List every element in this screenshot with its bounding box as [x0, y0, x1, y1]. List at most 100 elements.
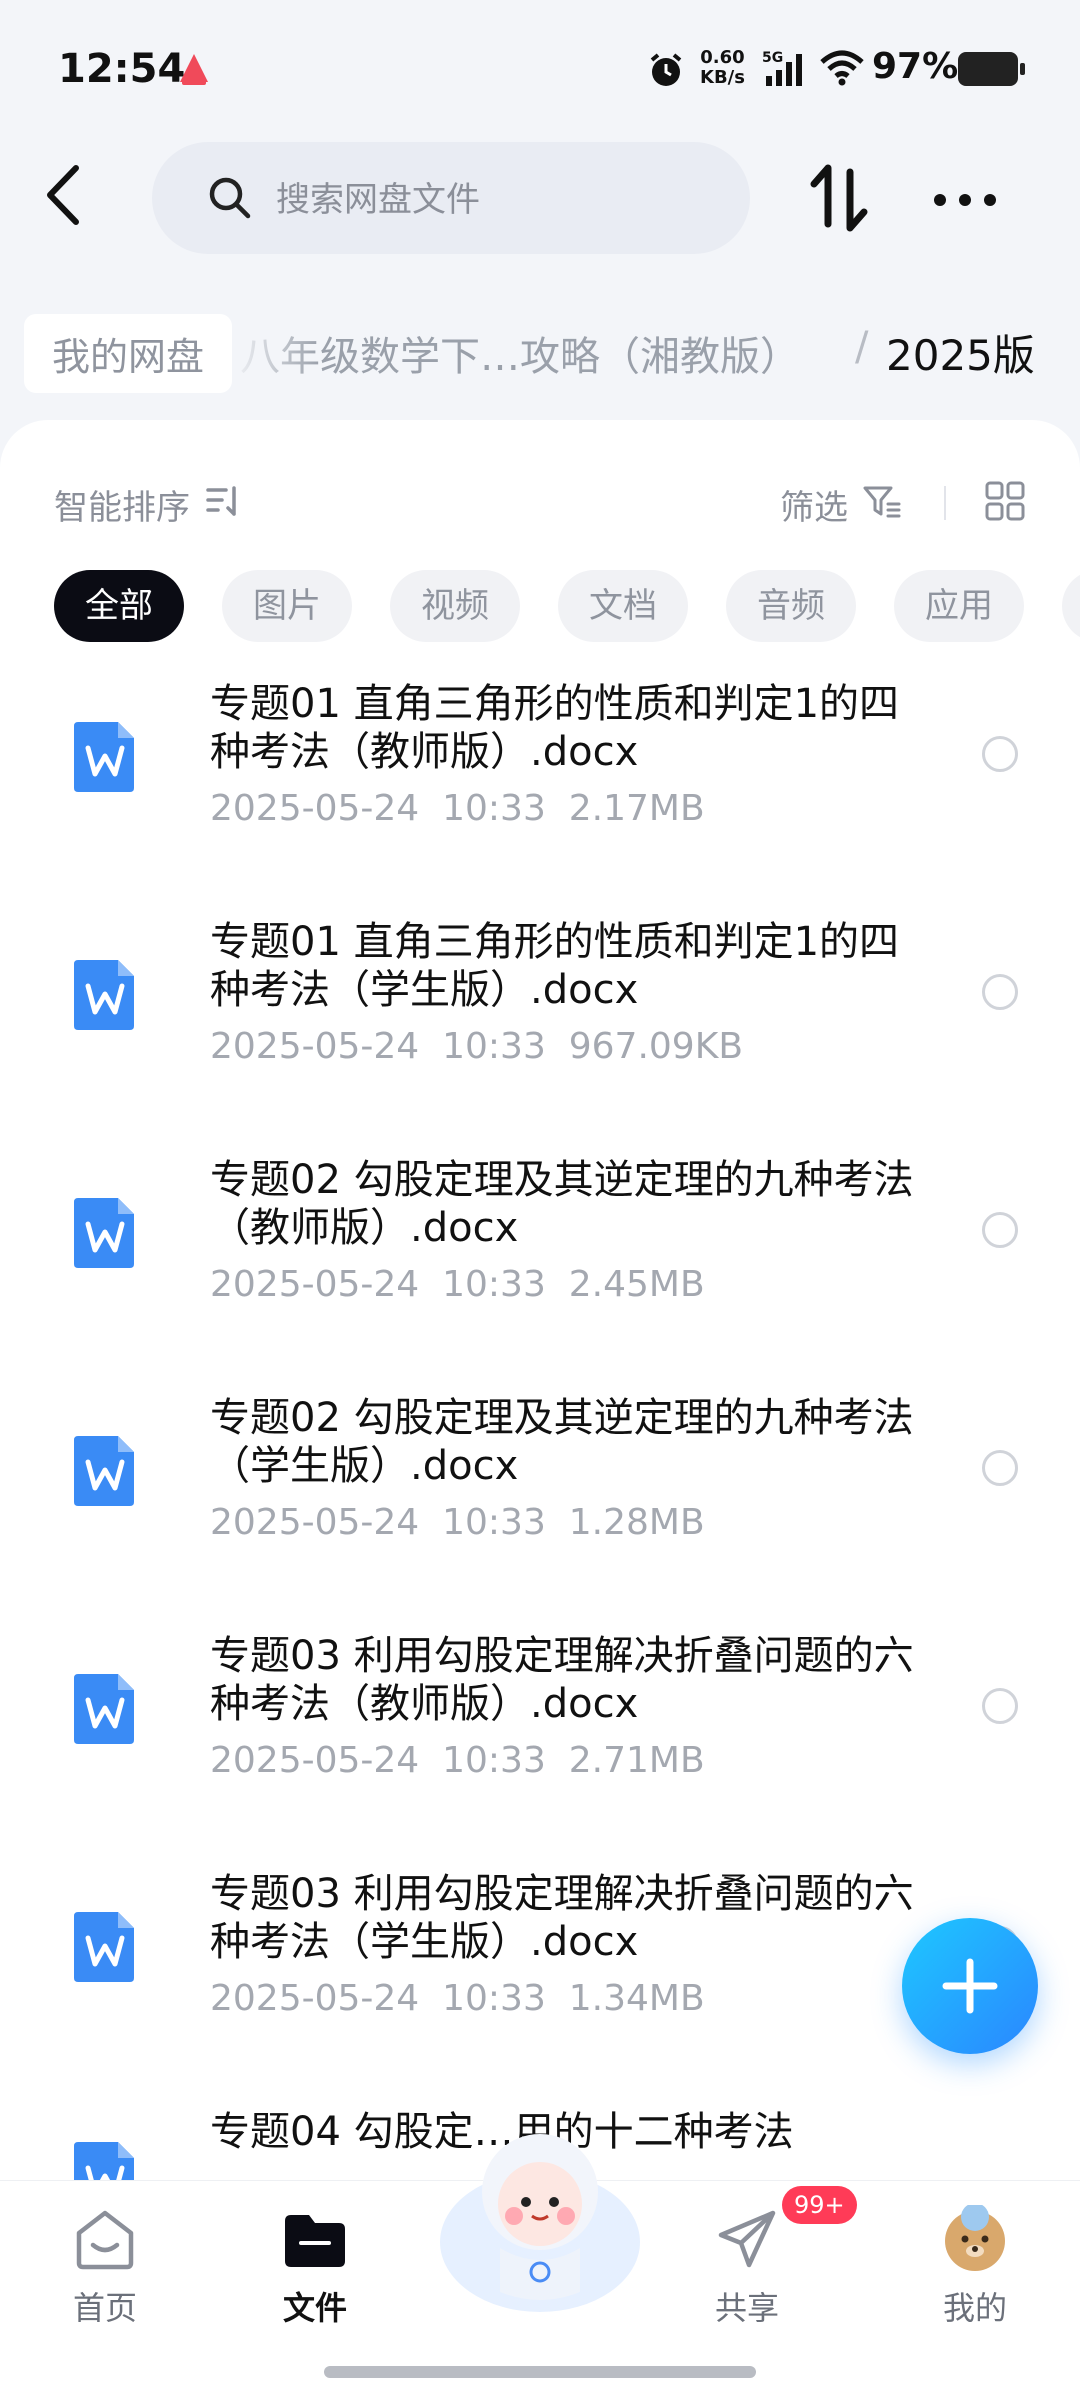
transfer-icon[interactable] [800, 158, 880, 238]
file-name: 专题03 利用勾股定理解决折叠问题的六种考法（教师版）.docx [210, 1633, 914, 1727]
file-meta: 2025-05-24 10:33 2.71MB [210, 1740, 705, 1781]
file-name: 专题01 直角三角形的性质和判定1的四种考法（教师版）.docx [210, 681, 900, 775]
chip-apps[interactable]: 应用 [894, 570, 1024, 642]
file-row[interactable]: 专题01 直角三角形的性质和判定1的四种考法（学生版）.docx 2025-05-… [0, 918, 1080, 1156]
breadcrumb-home[interactable]: 我的网盘 [24, 314, 233, 393]
alarm-icon [650, 53, 682, 86]
status-bar: 12:54 0.60 KB/s 5G 97% [0, 0, 1080, 140]
file-time: 10:33 [442, 788, 546, 829]
select-checkbox[interactable] [982, 1688, 1018, 1724]
chip-videos[interactable]: 视频 [390, 570, 520, 642]
battery-icon [958, 52, 1025, 86]
select-checkbox[interactable] [982, 974, 1018, 1010]
select-checkbox[interactable] [982, 1450, 1018, 1486]
toolbar-divider [944, 486, 946, 520]
chip-documents[interactable]: 文档 [558, 570, 688, 642]
breadcrumb-separator: / [855, 324, 869, 370]
signal-icon: 5G [762, 50, 802, 86]
nav-files[interactable]: 文件 [240, 2181, 390, 2331]
search-bar[interactable]: 搜索网盘文件 [152, 142, 750, 254]
filter-icon[interactable] [862, 484, 902, 520]
file-panel: 智能排序 筛选 全部 图片 视频 文档 音频 应用 专题01 直角三角形的性质和… [0, 420, 1080, 2212]
file-size: 2.45MB [568, 1264, 705, 1305]
home-indicator[interactable] [324, 2366, 756, 2378]
home-icon [76, 2210, 134, 2270]
word-doc-icon [74, 722, 134, 792]
nav-me[interactable]: 我的 [900, 2181, 1050, 2331]
file-time: 10:33 [442, 1978, 546, 2019]
file-date: 2025-05-24 [210, 1026, 420, 1067]
nav-home[interactable]: 首页 [30, 2181, 180, 2331]
file-date: 2025-05-24 [210, 1264, 420, 1305]
file-time: 10:33 [442, 1026, 546, 1067]
chip-images[interactable]: 图片 [222, 570, 352, 642]
word-doc-icon [74, 1198, 134, 1268]
net-speed-value: 0.60 [700, 47, 745, 68]
file-date: 2025-05-24 [210, 1502, 420, 1543]
mascot-icon[interactable] [430, 2122, 650, 2322]
file-meta: 2025-05-24 10:33 2.17MB [210, 788, 705, 829]
grid-view-icon[interactable] [984, 480, 1026, 522]
file-name: 专题02 勾股定理及其逆定理的九种考法（教师版）.docx [210, 1157, 914, 1251]
file-time: 10:33 [442, 1740, 546, 1781]
file-meta: 2025-05-24 10:33 2.45MB [210, 1264, 705, 1305]
chip-audio[interactable]: 音频 [726, 570, 856, 642]
word-doc-icon [74, 1436, 134, 1506]
plus-icon [942, 1958, 998, 2014]
file-row[interactable]: 专题03 利用勾股定理解决折叠问题的六种考法（教师版）.docx 2025-05-… [0, 1632, 1080, 1870]
status-time: 12:54 [58, 46, 186, 92]
breadcrumb: 八年级数学下…攻略（湘教版） 我的网盘 / 2025版 [0, 300, 1080, 400]
file-row[interactable]: 专题02 勾股定理及其逆定理的九种考法（学生版）.docx 2025-05-24 … [0, 1394, 1080, 1632]
breadcrumb-fade [230, 310, 320, 390]
nav-home-label: 首页 [72, 2289, 137, 2327]
file-name: 专题01 直角三角形的性质和判定1的四种考法（学生版）.docx [210, 919, 900, 1013]
nav-share-label: 共享 [714, 2289, 779, 2327]
battery-percent: 97% [872, 46, 959, 87]
sort-order-icon[interactable] [206, 486, 244, 518]
select-checkbox[interactable] [982, 736, 1018, 772]
back-icon[interactable] [40, 160, 90, 230]
file-size: 2.17MB [568, 788, 705, 829]
file-time: 10:33 [442, 1264, 546, 1305]
net-speed-unit: KB/s [700, 67, 745, 88]
word-doc-icon [74, 1674, 134, 1744]
more-icon[interactable] [930, 180, 1000, 220]
network-type: 5G [762, 50, 783, 66]
search-icon [209, 177, 251, 219]
file-time: 10:33 [442, 1502, 546, 1543]
list-toolbar: 智能排序 筛选 [0, 480, 1080, 540]
breadcrumb-current: 2025版 [886, 331, 1035, 380]
nav-files-label: 文件 [282, 2289, 347, 2327]
select-checkbox[interactable] [982, 1212, 1018, 1248]
share-icon [718, 2210, 776, 2268]
chip-all[interactable]: 全部 [54, 570, 184, 642]
file-name: 专题03 利用勾股定理解决折叠问题的六种考法（学生版）.docx [210, 1871, 914, 1965]
folder-icon [285, 2215, 345, 2267]
file-row[interactable]: 专题02 勾股定理及其逆定理的九种考法（教师版）.docx 2025-05-24 … [0, 1156, 1080, 1394]
file-date: 2025-05-24 [210, 1740, 420, 1781]
file-meta: 2025-05-24 10:33 967.09KB [210, 1026, 743, 1067]
file-size: 1.28MB [568, 1502, 705, 1543]
share-badge: 99+ [782, 2186, 857, 2224]
nav-me-label: 我的 [942, 2289, 1007, 2327]
filter-chips: 全部 图片 视频 文档 音频 应用 [0, 570, 1080, 644]
file-size: 1.34MB [568, 1978, 705, 2019]
search-placeholder: 搜索网盘文件 [276, 180, 480, 220]
chip-more[interactable] [1062, 570, 1080, 642]
file-name: 专题02 勾股定理及其逆定理的九种考法（学生版）.docx [210, 1395, 914, 1489]
file-meta: 2025-05-24 10:33 1.28MB [210, 1502, 705, 1543]
breadcrumb-parent[interactable]: 八年级数学下…攻略（湘教版） [240, 324, 800, 382]
filter-button[interactable]: 筛选 [780, 480, 848, 529]
sort-button[interactable]: 智能排序 [54, 480, 190, 529]
file-size: 2.71MB [568, 1740, 705, 1781]
avatar-icon [945, 2205, 1005, 2271]
file-date: 2025-05-24 [210, 1978, 420, 2019]
add-button[interactable] [902, 1918, 1038, 2054]
file-date: 2025-05-24 [210, 788, 420, 829]
file-row[interactable]: 专题01 直角三角形的性质和判定1的四种考法（教师版）.docx 2025-05-… [0, 680, 1080, 918]
app-notification-icon [180, 54, 208, 85]
file-meta: 2025-05-24 10:33 1.34MB [210, 1978, 705, 2019]
wifi-icon [820, 50, 864, 86]
word-doc-icon [74, 1912, 134, 1982]
net-speed: 0.60 KB/s [700, 48, 745, 88]
